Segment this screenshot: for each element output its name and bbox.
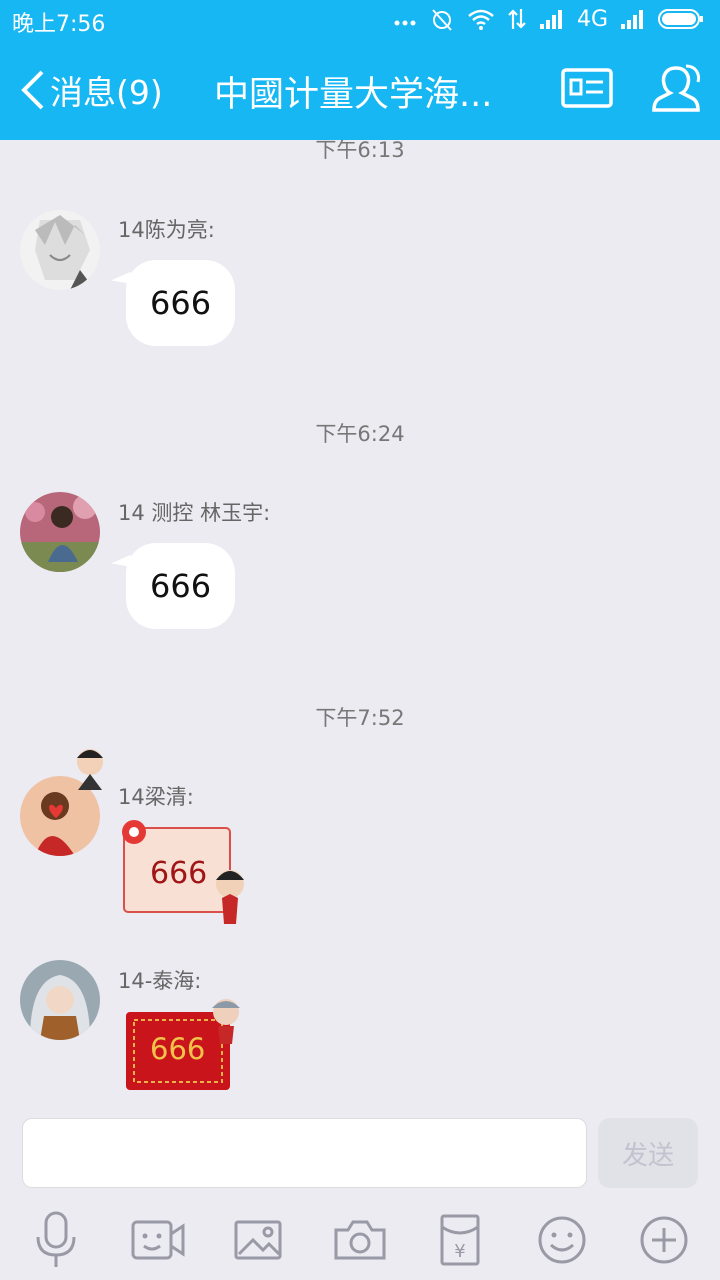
network-type: 4G bbox=[576, 6, 608, 32]
sticker-text: 666 bbox=[150, 856, 208, 891]
sticker-message[interactable]: 666 bbox=[118, 996, 250, 1096]
red-packet-icon[interactable]: ¥ bbox=[430, 1210, 490, 1270]
top-bar: 晚上7:56 4G 消息(9) 中國计量大学海... bbox=[0, 0, 720, 140]
back-button[interactable]: 消息(9) bbox=[18, 66, 163, 114]
send-button[interactable]: 发送 bbox=[598, 1118, 698, 1188]
sender-name: 14-泰海: bbox=[118, 969, 202, 993]
composer: 发送 ¥ bbox=[0, 1110, 720, 1280]
chat-header: 消息(9) 中國计量大学海... bbox=[0, 40, 720, 140]
chat-title: 中國计量大学海... bbox=[214, 75, 493, 115]
timestamp: 下午7:52 bbox=[315, 706, 405, 730]
mic-icon[interactable] bbox=[26, 1210, 86, 1270]
avatar[interactable] bbox=[20, 492, 100, 572]
message-input[interactable] bbox=[22, 1118, 587, 1188]
battery-icon bbox=[658, 9, 703, 29]
signal-2-icon bbox=[621, 10, 643, 29]
message-bubble[interactable]: 666 bbox=[126, 543, 236, 629]
video-icon[interactable] bbox=[128, 1210, 188, 1270]
timestamp: 下午6:13 bbox=[315, 140, 405, 162]
alarm-off-icon bbox=[432, 9, 452, 31]
status-icons: 4G bbox=[393, 6, 704, 32]
group-members-icon[interactable] bbox=[648, 62, 704, 114]
status-time: 晚上7:56 bbox=[12, 12, 106, 37]
status-bar: 晚上7:56 4G bbox=[0, 0, 720, 40]
back-label: 消息(9) bbox=[50, 73, 163, 112]
avatar-decoration-icon bbox=[77, 749, 103, 790]
camera-icon[interactable] bbox=[330, 1210, 390, 1270]
wifi-icon bbox=[468, 9, 494, 30]
plus-icon[interactable] bbox=[634, 1210, 694, 1270]
message-list[interactable]: 下午6:13 14陈为亮: 666 下午6:24 14 测控 林玉宇: 666 … bbox=[0, 140, 720, 1110]
sender-name: 14梁清: bbox=[118, 785, 194, 809]
image-icon[interactable] bbox=[228, 1210, 288, 1270]
signal-icon bbox=[539, 10, 562, 29]
avatar[interactable] bbox=[20, 960, 100, 1040]
chevron-left-icon bbox=[21, 70, 44, 110]
sender-name: 14 测控 林玉宇: bbox=[118, 501, 271, 525]
message-bubble[interactable]: 666 bbox=[126, 260, 236, 346]
sticker-text: 666 bbox=[150, 1032, 206, 1066]
sticker-message[interactable]: 666 bbox=[118, 816, 250, 934]
toolbar: ¥ bbox=[0, 1210, 720, 1270]
avatar[interactable] bbox=[20, 210, 100, 290]
emoji-icon[interactable] bbox=[532, 1210, 592, 1270]
timestamp: 下午6:24 bbox=[315, 422, 405, 446]
data-transfer-icon bbox=[508, 9, 526, 29]
more-dots-icon bbox=[394, 20, 416, 26]
svg-text:¥: ¥ bbox=[454, 1241, 465, 1262]
profile-card-icon[interactable] bbox=[560, 62, 614, 114]
sender-name: 14陈为亮: bbox=[118, 218, 215, 242]
